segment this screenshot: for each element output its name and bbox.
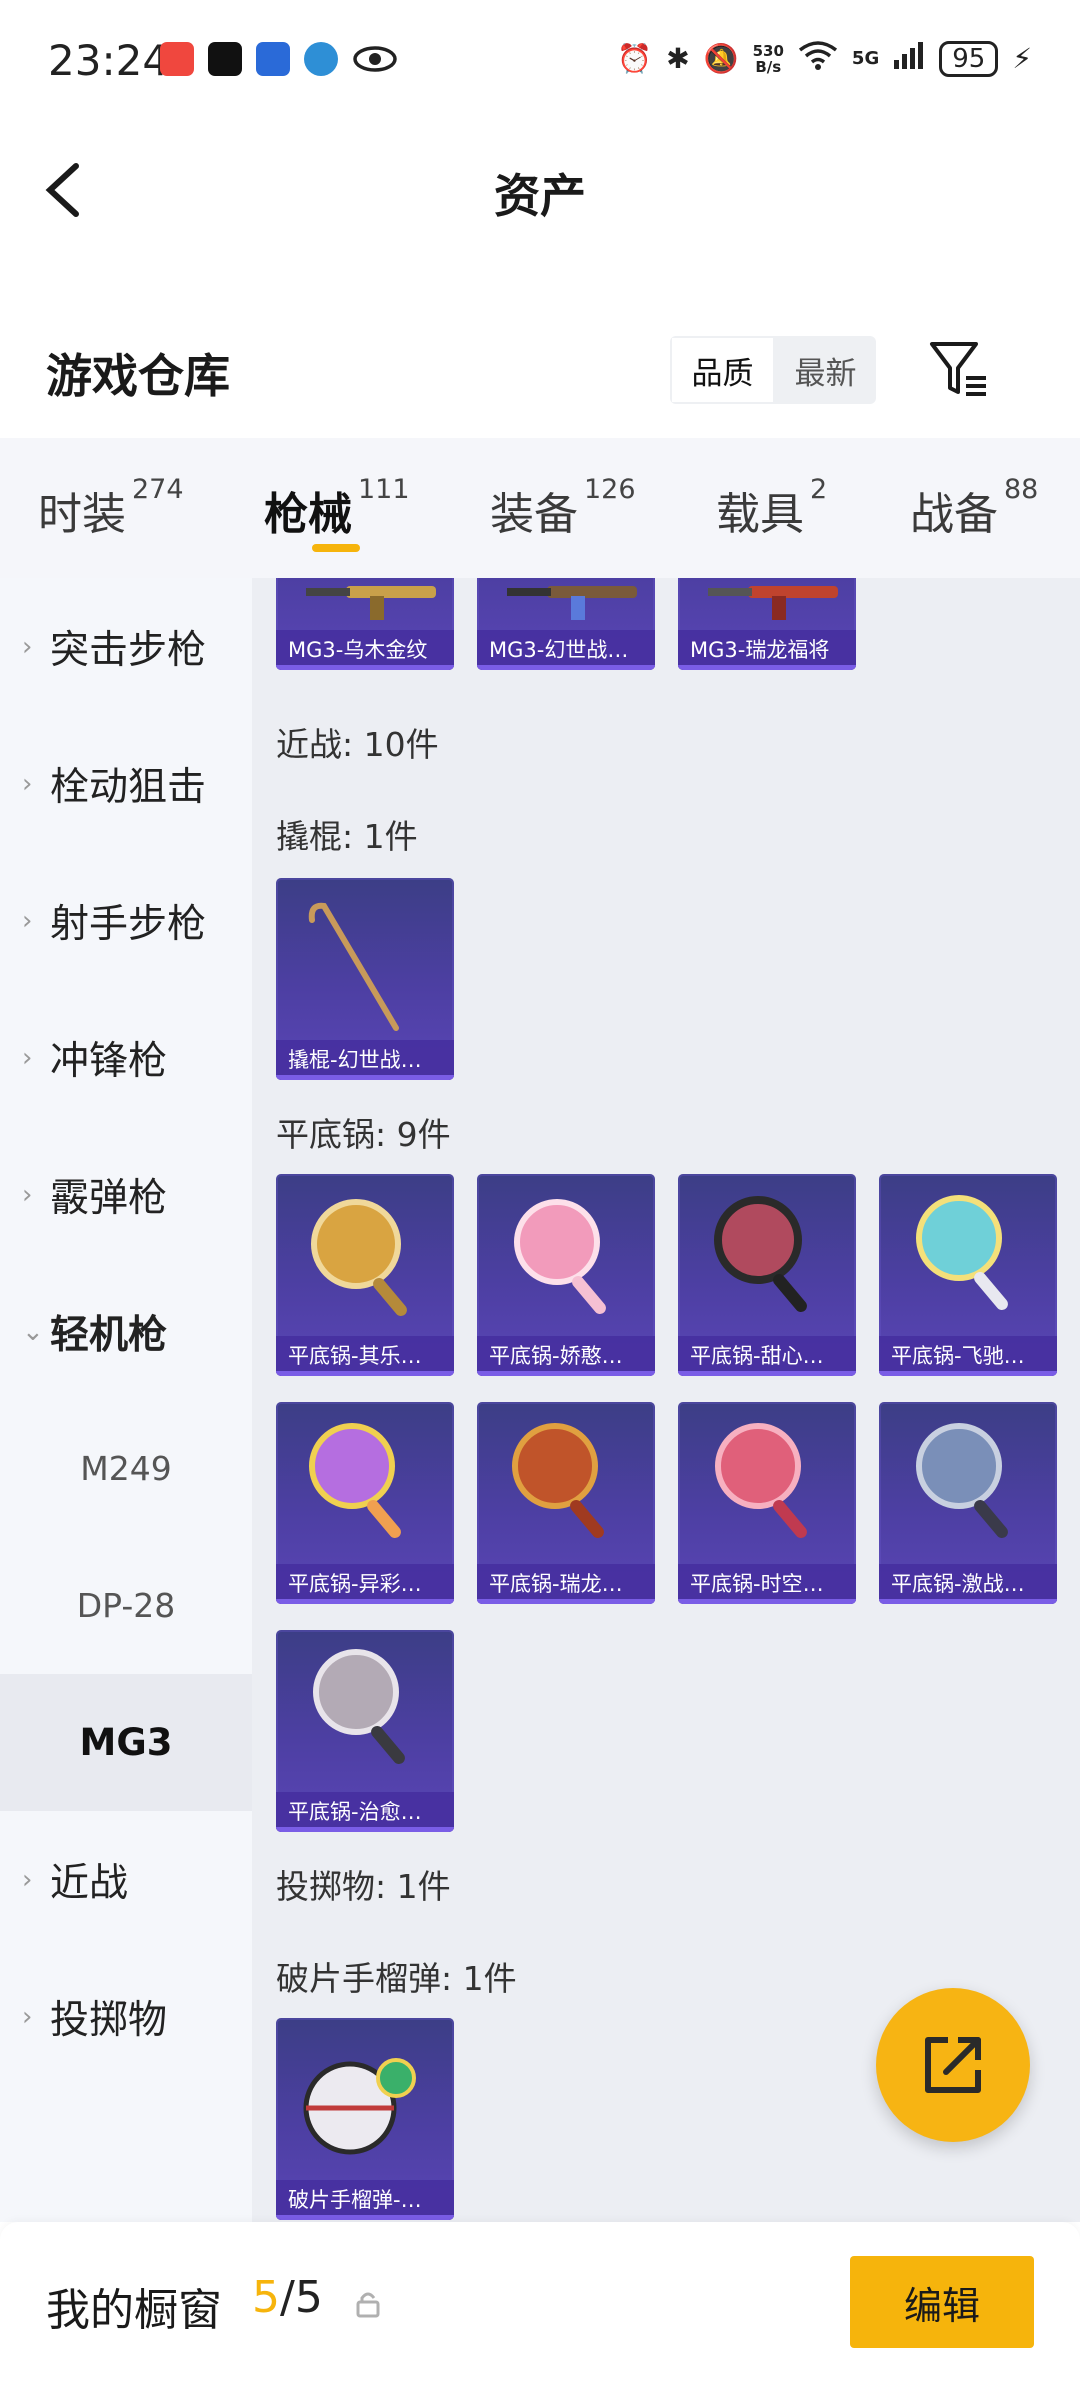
wifi-icon — [798, 40, 838, 77]
page-title: 资产 — [494, 169, 586, 223]
car-app-icon — [256, 42, 290, 76]
pan-icon — [512, 1423, 604, 1539]
pan-icon — [715, 1423, 807, 1539]
sidebar-sub-mg3[interactable]: MG3 — [0, 1674, 252, 1811]
browser-app-icon — [304, 42, 338, 76]
mg3-rifle-icon — [507, 586, 637, 620]
sort-latest-button[interactable]: 最新 — [775, 336, 876, 404]
item-card[interactable]: 破片手榴弹-… — [276, 2018, 454, 2220]
sidebar-item-melee[interactable]: › 近战 — [0, 1811, 252, 1948]
throwable-group-label: 投掷物: 1件 — [276, 1867, 451, 1906]
mg3-rifle-icon — [306, 586, 436, 620]
tab-weapons[interactable]: 枪械 111 — [264, 474, 410, 542]
item-card[interactable]: MG3-乌木金纹 — [276, 578, 454, 670]
crowbar-group-label: 撬棍: 1件 — [276, 817, 418, 856]
soul-app-icon — [208, 42, 242, 76]
item-card[interactable]: MG3-瑞龙福将 — [678, 578, 856, 670]
showcase-title: 我的橱窗 — [46, 2285, 222, 2336]
pan-group-label: 平底锅: 9件 — [276, 1115, 451, 1154]
share-button[interactable] — [876, 1988, 1030, 2142]
showcase-count: 5/5 — [252, 2272, 323, 2323]
warehouse-title: 游戏仓库 — [46, 349, 230, 403]
pan-icon — [916, 1195, 1008, 1311]
eye-icon — [352, 42, 398, 80]
item-card[interactable]: 平底锅-时空… — [678, 1402, 856, 1604]
chevron-right-icon: › — [22, 1042, 33, 1073]
weapon-type-sidebar: › 突击步枪 › 栓动狙击 › 射手步枪 › 冲锋枪 › 霰弹枪 ⌄ 轻机枪 M249 DP… — [0, 578, 252, 2222]
sidebar-item-assault-rifle[interactable]: › 突击步枪 — [0, 578, 252, 715]
active-tab-indicator — [312, 544, 360, 552]
notification-icons — [160, 42, 398, 80]
alarm-icon: ⏰ — [617, 42, 653, 75]
filter-icon — [930, 342, 986, 396]
grenade-icon — [303, 2058, 416, 2155]
pan-icon — [311, 1199, 407, 1317]
item-card[interactable]: 平底锅-飞驰… — [879, 1174, 1057, 1376]
pan-icon — [916, 1423, 1008, 1539]
item-card[interactable]: 平底锅-甜心… — [678, 1174, 856, 1376]
item-card[interactable]: MG3-幻世战… — [477, 578, 655, 670]
showcase-bar: 我的橱窗 5/5 编辑 — [0, 2222, 1080, 2382]
pan-icon — [714, 1196, 807, 1313]
battery-indicator: 95 — [939, 40, 999, 77]
tab-equipment[interactable]: 装备 126 — [490, 474, 636, 542]
edit-button[interactable]: 编辑 — [850, 2256, 1034, 2348]
sidebar-item-marksman-rifle[interactable]: › 射手步枪 — [0, 852, 252, 989]
mg3-rifle-icon — [708, 586, 838, 620]
sidebar-sub-m249[interactable]: M249 — [0, 1400, 252, 1537]
mute-icon: 🔕 — [703, 42, 739, 75]
chevron-down-icon: ⌄ — [22, 1316, 44, 1347]
sort-quality-button[interactable]: 品质 — [670, 336, 775, 404]
signal-icon: 5G — [851, 48, 880, 69]
chevron-right-icon: › — [22, 768, 33, 799]
tab-supplies[interactable]: 战备 88 — [910, 474, 1038, 542]
bluetooth-icon: ✱ — [666, 42, 690, 75]
status-time: 23:24 — [48, 36, 170, 85]
item-card[interactable]: 平底锅-治愈… — [276, 1630, 454, 1832]
tab-fashion[interactable]: 时装 274 — [38, 474, 184, 542]
chevron-right-icon: › — [22, 1864, 33, 1895]
item-card[interactable]: 平底锅-娇憨… — [477, 1174, 655, 1376]
charging-icon: ⚡ — [1012, 42, 1032, 75]
chevron-right-icon: › — [22, 631, 33, 662]
grenade-group-label: 破片手榴弹: 1件 — [276, 1959, 517, 1998]
shopping-app-icon — [160, 42, 194, 76]
lock-icon — [356, 2292, 380, 2318]
item-card[interactable]: 平底锅-激战… — [879, 1402, 1057, 1604]
chevron-right-icon: › — [22, 2001, 33, 2032]
sidebar-item-lmg[interactable]: ⌄ 轻机枪 — [0, 1263, 252, 1400]
crowbar-icon — [308, 902, 399, 1031]
item-card[interactable]: 平底锅-其乐… — [276, 1174, 454, 1376]
item-card[interactable]: 撬棍-幻世战… — [276, 878, 454, 1080]
sidebar-item-shotgun[interactable]: › 霰弹枪 — [0, 1126, 252, 1263]
chevron-right-icon: › — [22, 1179, 33, 1210]
melee-group-label: 近战: 10件 — [276, 725, 439, 764]
item-card[interactable]: 平底锅-瑞龙… — [477, 1402, 655, 1604]
external-link-icon — [925, 2037, 981, 2093]
status-bar: 23:24 ⏰ ✱ 🔕 530 B/s 5G 95 ⚡ — [0, 0, 1080, 120]
filter-button[interactable] — [928, 336, 992, 402]
chevron-right-icon: › — [22, 905, 33, 936]
pan-icon — [309, 1423, 401, 1539]
sort-toggle: 品质 最新 — [670, 336, 876, 404]
sidebar-item-throwables[interactable]: › 投掷物 — [0, 1948, 252, 2085]
sidebar-sub-dp28[interactable]: DP-28 — [0, 1537, 252, 1674]
nav-bar: 资产 — [0, 120, 1080, 260]
category-tabs: 时装 274 枪械 111 装备 126 载具 2 战备 88 — [0, 438, 1080, 578]
pan-icon — [514, 1199, 606, 1315]
tab-vehicles[interactable]: 载具 2 — [716, 474, 827, 542]
item-grid: MG3-乌木金纹 MG3-幻世战… MG3-瑞龙福将 近战: 10件 撬棍: 1… — [252, 578, 1080, 2222]
sidebar-item-bolt-sniper[interactable]: › 栓动狙击 — [0, 715, 252, 852]
net-speed: 530 B/s — [752, 41, 784, 76]
item-card[interactable]: 平底锅-异彩… — [276, 1402, 454, 1604]
status-right: ⏰ ✱ 🔕 530 B/s 5G 95 ⚡ — [617, 40, 1032, 77]
signal-bars-icon — [893, 40, 925, 77]
pan-icon — [313, 1649, 405, 1765]
sidebar-item-smg[interactable]: › 冲锋枪 — [0, 989, 252, 1126]
